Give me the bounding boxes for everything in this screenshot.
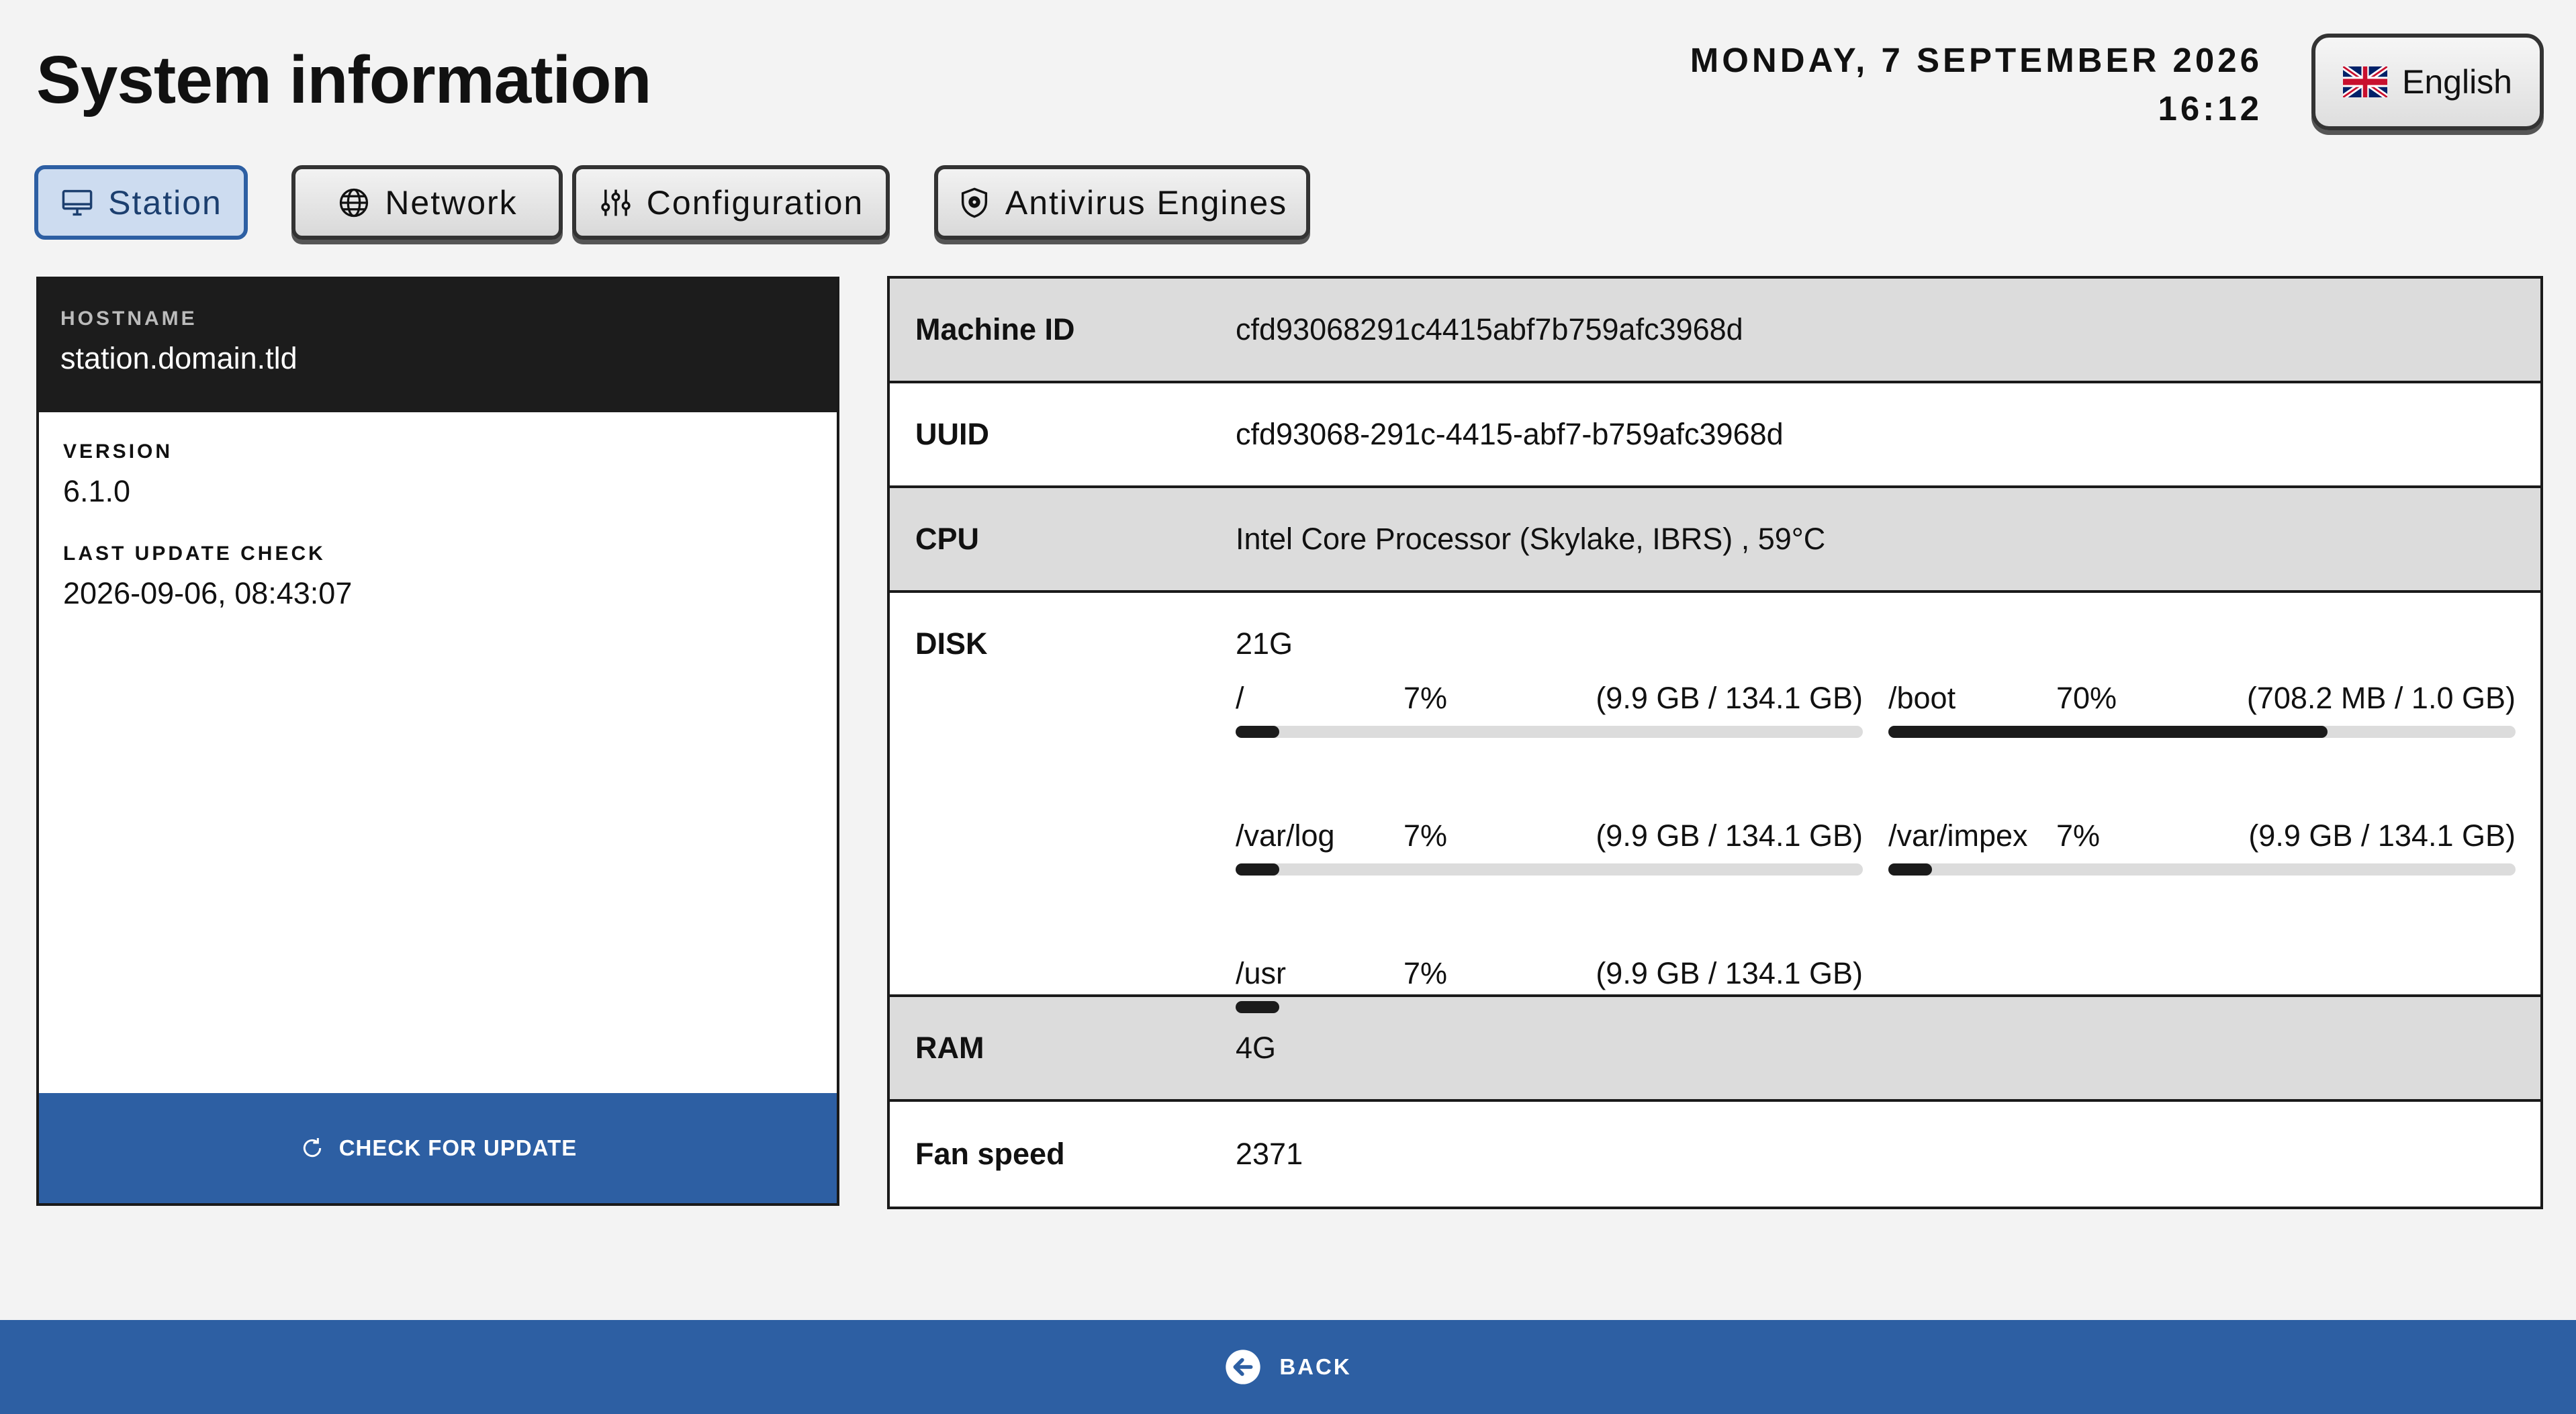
- fan-speed-row: Fan speed 2371: [890, 1102, 2540, 1207]
- hostname-label: HOSTNAME: [60, 308, 197, 330]
- disk-total: 21G: [1236, 626, 1293, 661]
- cpu-value: Intel Core Processor (Skylake, IBRS) , 5…: [1236, 522, 1826, 556]
- station-panel: HOSTNAME station.domain.tld VERSION 6.1.…: [36, 277, 839, 1206]
- back-label: BACK: [1279, 1354, 1352, 1379]
- usage-bar-fill: [1888, 863, 1933, 876]
- tab-network-label: Network: [385, 183, 518, 222]
- tab-network[interactable]: Network: [291, 165, 563, 240]
- fan-speed-label: Fan speed: [915, 1137, 1065, 1171]
- date-time: MONDAY, 7 SEPTEMBER 2026 16:12: [1690, 36, 2262, 133]
- hostname-box: HOSTNAME station.domain.tld: [39, 279, 837, 412]
- partition-boot: /boot 70% (708.2 MB / 1.0 GB): [1888, 676, 2516, 814]
- partition-percent: 7%: [1404, 681, 1448, 715]
- uuid-value: cfd93068-291c-4415-abf7-b759afc3968d: [1236, 417, 1784, 451]
- usage-bar-fill: [1888, 726, 2328, 738]
- tab-station-label: Station: [108, 183, 222, 222]
- last-update-field: LAST UPDATE CHECK 2026-09-06, 08:43:07: [63, 543, 813, 611]
- version-value: 6.1.0: [63, 474, 131, 508]
- cpu-label: CPU: [915, 522, 980, 556]
- current-time: 16:12: [2158, 89, 2262, 128]
- tab-configuration[interactable]: Configuration: [572, 165, 890, 240]
- disk-label: DISK: [915, 626, 988, 661]
- usage-bar: [1236, 1001, 1863, 1013]
- usage-bar: [1236, 726, 1863, 738]
- partition-percent: 7%: [2056, 818, 2101, 853]
- partition-mount: /boot: [1888, 681, 1956, 715]
- partition-mount: /var/log: [1236, 818, 1335, 853]
- usage-bar-fill: [1236, 863, 1280, 876]
- language-button[interactable]: English: [2311, 34, 2544, 130]
- page-title: System information: [36, 42, 651, 117]
- fan-speed-value: 2371: [1236, 1137, 1303, 1171]
- machine-id-label: Machine ID: [915, 312, 1075, 346]
- partition-size: (708.2 MB / 1.0 GB): [2246, 681, 2516, 715]
- uk-flag-icon: [2343, 66, 2387, 97]
- hostname-value: station.domain.tld: [60, 341, 297, 375]
- current-date: MONDAY, 7 SEPTEMBER 2026: [1690, 41, 2262, 79]
- partition-root: / 7% (9.9 GB / 134.1 GB): [1236, 676, 1863, 814]
- partition-var-log: /var/log 7% (9.9 GB / 134.1 GB): [1236, 814, 1863, 951]
- tab-configuration-label: Configuration: [646, 183, 864, 222]
- version-label: VERSION: [63, 440, 173, 463]
- partition-percent: 7%: [1404, 956, 1448, 990]
- partition-usr: /usr 7% (9.9 GB / 134.1 GB): [1236, 951, 1863, 1089]
- globe-icon: [340, 188, 369, 217]
- partition-size: (9.9 GB / 134.1 GB): [1596, 818, 1863, 853]
- partition-percent: 70%: [2056, 681, 2117, 715]
- machine-id-value: cfd93068291c4415abf7b759afc3968d: [1236, 312, 1743, 346]
- partition-size: (9.9 GB / 134.1 GB): [2248, 818, 2516, 853]
- machine-id-row: Machine ID cfd93068291c4415abf7b759afc39…: [890, 279, 2540, 383]
- usage-bar-fill: [1236, 726, 1280, 738]
- language-label: English: [2402, 63, 2512, 101]
- uuid-row: UUID cfd93068-291c-4415-abf7-b759afc3968…: [890, 383, 2540, 488]
- details-table: Machine ID cfd93068291c4415abf7b759afc39…: [887, 276, 2543, 1209]
- usage-bar: [1888, 863, 2516, 876]
- partition-mount: /var/impex: [1888, 818, 2028, 853]
- disk-info: 21G / 7% (9.9 GB / 134.1 GB) /boot 70% (…: [1236, 626, 2540, 1013]
- usage-bar-fill: [1236, 1001, 1280, 1013]
- partition-mount: /usr: [1236, 956, 1287, 990]
- version-info: VERSION 6.1.0 LAST UPDATE CHECK 2026-09-…: [39, 412, 837, 611]
- check-for-update-label: CHECK FOR UPDATE: [338, 1135, 578, 1160]
- ram-value: 4G: [1236, 1031, 1277, 1065]
- monitor-icon: [62, 189, 93, 216]
- last-update-value: 2026-09-06, 08:43:07: [63, 576, 353, 610]
- partition-grid: / 7% (9.9 GB / 134.1 GB) /boot 70% (708.…: [1236, 676, 2540, 1089]
- sliders-icon: [601, 189, 631, 216]
- partition-mount: /: [1236, 681, 1244, 715]
- arrow-left-circle-icon: [1226, 1350, 1260, 1384]
- back-button[interactable]: BACK: [0, 1320, 2576, 1414]
- tab-antivirus-engines[interactable]: Antivirus Engines: [934, 165, 1310, 240]
- refresh-icon: [303, 1138, 321, 1158]
- ram-label: RAM: [915, 1031, 984, 1065]
- partition-size: (9.9 GB / 134.1 GB): [1596, 956, 1863, 990]
- disk-row: DISK 21G / 7% (9.9 GB / 134.1 GB) /boot …: [890, 593, 2540, 1013]
- check-for-update-button[interactable]: CHECK FOR UPDATE: [39, 1093, 837, 1203]
- last-update-label: LAST UPDATE CHECK: [63, 543, 326, 565]
- partition-percent: 7%: [1404, 818, 1448, 853]
- usage-bar: [1236, 863, 1863, 876]
- usage-bar: [1888, 726, 2516, 738]
- cpu-row: CPU Intel Core Processor (Skylake, IBRS)…: [890, 488, 2540, 593]
- tab-antivirus-engines-label: Antivirus Engines: [1005, 183, 1288, 222]
- shield-gear-icon: [961, 187, 987, 218]
- uuid-label: UUID: [915, 417, 989, 451]
- version-field: VERSION 6.1.0: [63, 440, 813, 509]
- partition-size: (9.9 GB / 134.1 GB): [1596, 681, 1863, 715]
- partition-var-impex: /var/impex 7% (9.9 GB / 134.1 GB): [1888, 814, 2516, 951]
- tab-station[interactable]: Station: [34, 165, 248, 240]
